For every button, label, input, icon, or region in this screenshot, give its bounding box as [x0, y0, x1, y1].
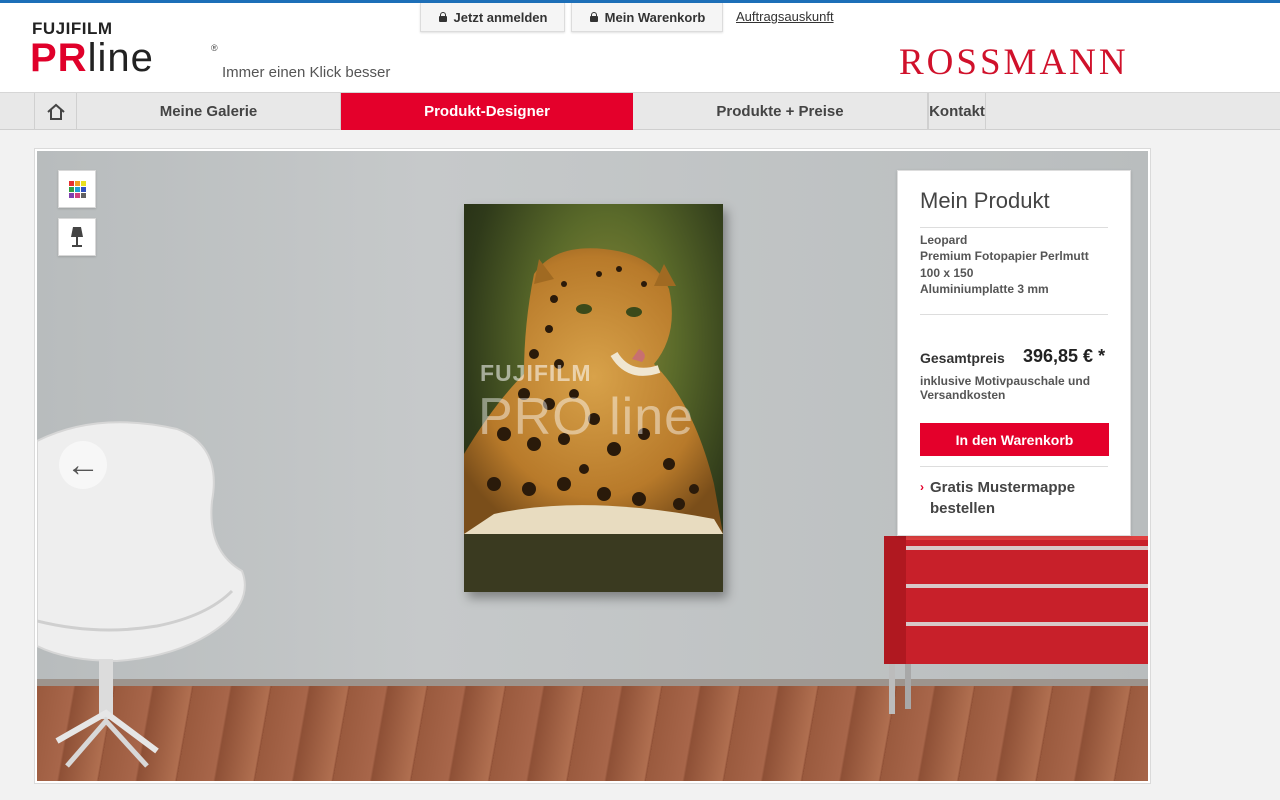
total-price-note: inklusive Motivpauschale und Versandkost…: [920, 374, 1091, 402]
chevron-right-icon: ›: [920, 480, 924, 494]
divider: [920, 466, 1108, 467]
lock-icon: [438, 12, 448, 22]
leopard-poster-preview: FUJIFILM PRO line: [464, 204, 723, 592]
product-size: 100 x 150: [920, 266, 974, 280]
login-button[interactable]: Jetzt anmelden: [420, 3, 565, 32]
nav-item-products-prices[interactable]: Produkte + Preise: [633, 93, 928, 130]
proline-logo[interactable]: PRline: [30, 36, 154, 80]
total-price-label: Gesamtpreis: [920, 350, 1005, 366]
color-palette-button[interactable]: [58, 170, 96, 208]
divider: [920, 314, 1108, 315]
nav-home[interactable]: [34, 93, 77, 130]
divider: [920, 227, 1108, 228]
lamp-button[interactable]: [58, 218, 96, 256]
watermark-proline: PRO line: [478, 388, 695, 446]
nav-item-contact[interactable]: Kontakt: [928, 93, 986, 130]
cart-button-label: Mein Warenkorb: [604, 9, 706, 25]
registered-mark: ®: [211, 43, 218, 53]
previous-arrow-button[interactable]: ←: [59, 441, 107, 489]
panel-title: Mein Produkt: [920, 188, 1050, 213]
header: FUJIFILM PRline ® Immer einen Klick bess…: [0, 3, 1280, 92]
proline-logo-pro: PR: [30, 36, 88, 80]
product-summary-panel: Mein Produkt Leopard Premium Fotopapier …: [897, 170, 1131, 536]
color-palette-icon: [68, 180, 86, 198]
free-sample-folder-label: Gratis Mustermappe bestellen: [930, 479, 1076, 517]
proline-logo-line: line: [87, 36, 154, 80]
order-status-link[interactable]: Auftragsauskunft: [736, 9, 834, 24]
free-sample-folder-link[interactable]: › Gratis Mustermappe bestellen: [920, 477, 1110, 519]
product-motif: Leopard: [920, 233, 968, 247]
lamp-icon: [71, 227, 83, 247]
nav-item-product-designer[interactable]: Produkt-Designer: [341, 93, 633, 130]
product-mount: Aluminiumplatte 3 mm: [920, 282, 1049, 296]
main-nav: Meine Galerie Produkt-Designer Produkte …: [0, 92, 1280, 130]
cart-button[interactable]: Mein Warenkorb: [571, 3, 723, 32]
product-preview-stage: ← FUJIFILM PRO line Mein Produkt Leopard…: [34, 148, 1151, 784]
total-price-value: 396,85 € *: [1023, 346, 1106, 366]
room-scene: ← FUJIFILM PRO line Mein Produkt Leopard…: [37, 151, 1148, 781]
product-paper: Premium Fotopapier Perlmutt: [920, 249, 1089, 263]
nav-item-gallery[interactable]: Meine Galerie: [77, 93, 341, 130]
add-to-cart-button[interactable]: In den Warenkorb: [920, 423, 1109, 456]
watermark-fujifilm: FUJIFILM: [480, 360, 592, 386]
red-sideboard-image: [884, 536, 1148, 714]
home-icon: [46, 103, 65, 120]
lock-icon: [589, 12, 599, 22]
tagline: Immer einen Klick besser: [222, 64, 391, 81]
login-button-label: Jetzt anmelden: [453, 9, 548, 25]
rossmann-logo[interactable]: ROSSMANN: [899, 41, 1129, 84]
